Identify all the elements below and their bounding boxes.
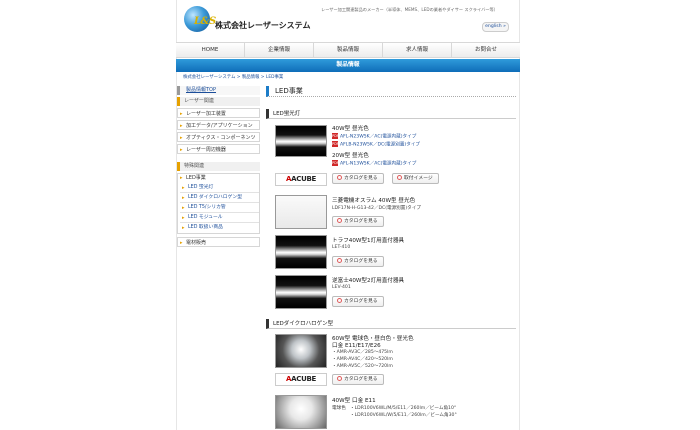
circle-icon (337, 175, 342, 180)
product-mitsubishi: 三菱電機オスラム 40W型 昼光色 LDF17N-H-G13-42／DC(電源別… (266, 195, 516, 231)
product-image[interactable] (275, 195, 327, 229)
nav-contact[interactable]: お問合せ (452, 43, 520, 57)
product-spec: ・AMR-AV4C／420〜520lm (332, 357, 393, 362)
product-title: 20W型 昼光色 (332, 153, 369, 159)
sidebar-item-laser-machines[interactable]: レーザー加工装置 (177, 108, 260, 119)
product-spec: ・AMR-AV3C／285〜475lm (332, 350, 393, 355)
product-title: トラフ40W型1灯用直付器具 (332, 238, 405, 244)
nav-products[interactable]: 製品情報 (314, 43, 383, 57)
product-trough-fixture: トラフ40W型1灯用直付器具 LET-410 カタログを見る (266, 235, 516, 271)
product-spec: LET-410 (332, 245, 351, 250)
logo-text[interactable]: L&S (194, 16, 216, 27)
acube-logo[interactable]: AACUBE (275, 173, 327, 186)
product-spec: ・LDR100V6WL/M/5/E11／260lm／ビーム角10° (350, 406, 457, 411)
section-heading-led-fluorescent: LED蛍光灯 (266, 109, 516, 119)
product-image[interactable] (275, 334, 327, 368)
page-title: LED事業 (266, 86, 516, 97)
product-spec: ・LDR100V6WL/W/5/E11／260lm／ビーム角30° (350, 413, 457, 418)
product-acube-40w: 40W型 昼光色 PDFAFL-N23W5K／AC(電源内蔵)タイプ PDFAF… (266, 123, 516, 189)
main-content: LED事業 LED蛍光灯 40W型 昼光色 PDFAFL-N23W5K／AC(電… (266, 86, 516, 429)
pdf-link[interactable]: PDFAFL-N13W5K／AC(電源内蔵)タイプ (332, 160, 416, 167)
circle-icon (337, 218, 342, 223)
sidebar: 製品情報TOP レーザー関連 レーザー加工装置 加工データ/アプリケーション オ… (177, 86, 260, 248)
product-image[interactable] (275, 275, 327, 309)
product-spec: LEV-401 (332, 285, 351, 290)
sidebar-item-processing-data[interactable]: 加工データ/アプリケーション (177, 120, 260, 131)
product-spec: ・AMR-AV5C／520〜720lm (332, 364, 393, 369)
sidebar-led-fluorescent[interactable]: LED 蛍光灯 (180, 183, 259, 193)
pdf-link[interactable]: PDFAFL-N23W5K／AC(電源内蔵)タイプ (332, 133, 416, 140)
install-image-button[interactable]: 取付イメージ (392, 173, 439, 184)
nav-recruit[interactable]: 求人情報 (383, 43, 452, 57)
product-inverted-fixture: 逆富士40W型2灯用直付器具 LEV-401 カタログを見る (266, 275, 516, 311)
site-header: L&S 株式会社レーザーシステム レーザー加工関連製品のメーカー（半導体、MEM… (176, 0, 520, 42)
circle-icon (397, 175, 402, 180)
nav-company[interactable]: 企業情報 (245, 43, 314, 57)
catalog-button[interactable]: カタログを見る (332, 173, 384, 184)
sidebar-led-group: LED事業 LED 蛍光灯 LED ダイクロハロゲン型 LED T5/シリカ管 … (177, 173, 260, 234)
circle-icon (337, 376, 342, 381)
page: L&S 株式会社レーザーシステム レーザー加工関連製品のメーカー（半導体、MEM… (0, 0, 700, 430)
sidebar-led-dichroic[interactable]: LED ダイクロハロゲン型 (180, 193, 259, 203)
product-title: 三菱電機オスラム 40W型 昼光色 (332, 198, 416, 204)
breadcrumb[interactable]: 株式会社レーザーシステム > 製品情報 > LED事業 (183, 74, 283, 80)
catalog-button[interactable]: カタログを見る (332, 374, 384, 385)
sidebar-top-link[interactable]: 製品情報TOP (177, 86, 260, 95)
acube-logo[interactable]: AACUBE (275, 373, 327, 386)
pdf-link[interactable]: PDFAFLB-N23W5K／DC(電源別置)タイプ (332, 141, 420, 148)
product-title: 40W型 口金 E11 (332, 398, 376, 404)
company-name[interactable]: 株式会社レーザーシステム (215, 20, 310, 31)
sidebar-led-t5[interactable]: LED T5/シリカ管 (180, 203, 259, 213)
pdf-icon: PDF (332, 160, 339, 166)
pdf-icon: PDF (332, 141, 339, 147)
sidebar-led-products[interactable]: LED 取扱い商品 (180, 223, 259, 233)
sidebar-item-optics[interactable]: オプティクス・コンポーネンツ (177, 132, 260, 143)
catalog-button[interactable]: カタログを見る (332, 256, 384, 267)
site-tagline: レーザー加工関連製品のメーカー（半導体、MEMS、LEDの業者やダイサー スクラ… (321, 7, 498, 12)
product-title: 逆富士40W型2灯用直付器具 (332, 278, 405, 284)
sidebar-item-electrical[interactable]: 電材販売 (177, 237, 260, 248)
catalog-button[interactable]: カタログを見る (332, 296, 384, 307)
sidebar-item-led[interactable]: LED事業 (178, 174, 259, 183)
product-acube-60w: 60W型 電球色・昼白色・昼光色 口金 E11/E17/E26 ・AMR-AV3… (266, 334, 516, 390)
sidebar-item-peripherals[interactable]: レーザー周辺機器 (177, 144, 260, 155)
section-heading-led-dichroic: LEDダイクロハロゲン型 (266, 319, 516, 329)
pdf-icon: PDF (332, 133, 339, 139)
product-spec: LDF17N-H-G13-42／DC(電源別置)タイプ (332, 206, 421, 211)
product-image[interactable] (275, 235, 327, 269)
product-image[interactable] (275, 395, 327, 429)
product-spec-label: 電球色 (332, 406, 346, 411)
circle-icon (337, 258, 342, 263)
product-subtitle: 口金 E11/E17/E26 (332, 343, 381, 349)
product-title: 40W型 昼光色 (332, 126, 369, 132)
global-nav: HOME 企業情報 製品情報 求人情報 お問合せ (176, 42, 520, 58)
product-e11-bulb: 40W型 口金 E11 電球色 ・LDR100V6WL/M/5/E11／260l… (266, 395, 516, 429)
english-button[interactable]: english » (482, 22, 509, 32)
category-bar: 製品情報 (176, 59, 520, 72)
catalog-button[interactable]: カタログを見る (332, 216, 384, 227)
sidebar-heading-other: 特殊関連 (177, 162, 260, 171)
nav-home[interactable]: HOME (176, 43, 245, 57)
sidebar-led-module[interactable]: LED モジュール (180, 213, 259, 223)
circle-icon (337, 298, 342, 303)
sidebar-heading-laser: レーザー関連 (177, 97, 260, 106)
product-image[interactable] (275, 125, 327, 157)
